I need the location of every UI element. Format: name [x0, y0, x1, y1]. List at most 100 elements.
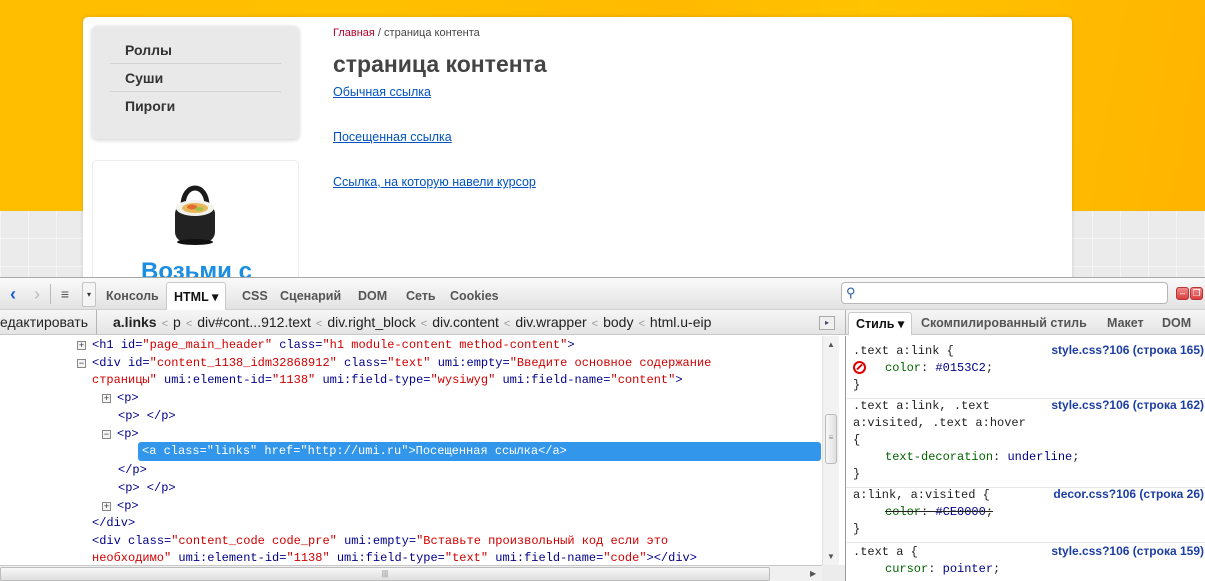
category-menu: Роллы Суши Пироги [92, 26, 299, 139]
rule-source-link[interactable]: style.css?106 (строка 159) [1051, 544, 1204, 558]
tree-node-div-code[interactable]: <div class="content_code code_pre" umi:e… [92, 532, 668, 550]
site-wrapper: Роллы Суши Пироги Возьми с Главная / стр… [83, 17, 1072, 277]
rule-selector: a:visited, .text a:hover [853, 416, 1026, 430]
forward-icon[interactable]: › [29, 283, 45, 305]
tab-computed-style[interactable]: Скомпилированный стиль [914, 312, 1094, 335]
css-property[interactable]: cursor: pointer; [853, 561, 1205, 578]
css-property[interactable]: text-decoration: underline; [853, 449, 1205, 466]
css-property-overridden[interactable]: color: #CE0000; [853, 504, 1205, 521]
rule-close: } [853, 522, 861, 536]
firebug-menu-icon[interactable]: ≡ [56, 283, 74, 305]
firebug-panel: ‹ › ≡ ▾ Консоль HTML ▾ CSS Сценарий DOM … [0, 277, 1205, 581]
visited-link[interactable]: Посещенная ссылка [333, 130, 1033, 144]
attr-name: class= [128, 534, 172, 548]
expand-icon[interactable]: + [102, 394, 111, 403]
scroll-thumb[interactable]: ||| [0, 567, 770, 581]
rule-source-link[interactable]: decor.css?106 (строка 26) [1053, 487, 1204, 501]
path-crumb[interactable]: a.links [113, 314, 157, 330]
tab-side-dom[interactable]: DOM [1155, 312, 1198, 335]
attr-value: "1138" [272, 373, 316, 387]
path-crumb[interactable]: div.content [432, 314, 499, 330]
html-vertical-scrollbar[interactable]: ▲ ≡ ▼ [822, 336, 839, 565]
attr-name: class= [272, 338, 323, 352]
tree-node-p[interactable]: + <p> [102, 497, 139, 515]
css-rule: a:link, a:visited { decor.css?106 (строк… [853, 487, 1205, 538]
search-input[interactable] [862, 284, 1162, 302]
tab-net[interactable]: Сеть [399, 282, 443, 310]
scroll-up-icon[interactable]: ▲ [827, 340, 835, 349]
tree-node-p-empty[interactable]: <p> </p> [118, 479, 176, 497]
css-property[interactable]: color: #0153C2; [853, 360, 1205, 377]
tag-name: <div [92, 356, 129, 370]
path-crumb[interactable]: html.u-eip [650, 314, 711, 330]
tree-node-p[interactable]: + <p> [102, 389, 139, 407]
property-name: color [885, 361, 922, 375]
collapse-icon[interactable]: − [102, 430, 111, 439]
attr-value: "Введите основное содержание [509, 356, 712, 370]
breadcrumb-home-link[interactable]: Главная [333, 27, 375, 39]
firebug-dropdown-icon[interactable]: ▾ [82, 282, 96, 307]
property-name: cursor [885, 562, 929, 576]
menu-item-pies[interactable]: Пироги [110, 92, 281, 120]
path-crumb[interactable]: div.right_block [327, 314, 415, 330]
path-crumb[interactable]: div.wrapper [515, 314, 586, 330]
tree-node-p-empty[interactable]: <p> </p> [118, 407, 176, 425]
rule-close: } [853, 378, 861, 392]
tab-layout[interactable]: Макет [1100, 312, 1151, 335]
sushi-bag-image [175, 185, 215, 245]
collapse-icon[interactable]: − [77, 359, 86, 368]
search-box[interactable]: ⚲ [841, 282, 1168, 304]
path-separator: < [638, 318, 645, 330]
path-crumb[interactable]: body [603, 314, 633, 330]
tab-console[interactable]: Консоль [99, 282, 166, 310]
rule-source-link[interactable]: style.css?106 (строка 165) [1051, 343, 1204, 357]
expand-icon[interactable]: + [77, 341, 86, 350]
path-separator: < [420, 318, 428, 330]
html-horizontal-scrollbar[interactable]: ||| ▶ [0, 565, 822, 581]
tree-node-div-close: </div> [92, 514, 135, 532]
promo-text: Возьми с [141, 258, 252, 277]
hovered-link[interactable]: Ссылка, на которую навели курсор [333, 175, 1033, 189]
tab-cookies[interactable]: Cookies [443, 282, 506, 310]
path-scroll-right-icon[interactable]: ▸ [819, 316, 835, 330]
minimize-icon[interactable]: – [1176, 287, 1189, 300]
menu-item-sushi[interactable]: Суши [110, 64, 281, 92]
tree-node-p-close: </p> [118, 461, 147, 479]
tree-node-selected-link[interactable]: <a class="links" href="http://umi.ru">По… [138, 442, 821, 461]
attr-value: необходимо" [92, 551, 172, 565]
tab-html[interactable]: HTML ▾ [166, 282, 227, 310]
normal-link[interactable]: Обычная ссылка [333, 85, 1033, 99]
attr-name: umi:field-name= [488, 551, 604, 565]
expand-icon[interactable]: + [102, 502, 111, 511]
scroll-right-icon[interactable]: ▶ [810, 569, 816, 578]
tab-style[interactable]: Стиль ▾ [848, 312, 913, 335]
scroll-down-icon[interactable]: ▼ [827, 552, 835, 561]
attr-value: "content_code code_pre" [171, 534, 337, 548]
path-separator: < [161, 318, 169, 330]
tree-node-h1[interactable]: + <h1 id="page_main_header" class="h1 mod… [77, 336, 575, 354]
rule-source-link[interactable]: style.css?106 (строка 162) [1051, 398, 1204, 412]
tab-css[interactable]: CSS [235, 282, 275, 310]
edit-button[interactable]: едактировать [0, 310, 97, 334]
menu-item-rolls[interactable]: Роллы [110, 36, 281, 64]
path-crumb[interactable]: div#cont...912.text [197, 314, 311, 330]
detach-icon[interactable]: ❐ [1190, 287, 1203, 300]
tree-node-p-open[interactable]: − <p> [102, 425, 139, 443]
firebug-toolbar: ‹ › ≡ ▾ Консоль HTML ▾ CSS Сценарий DOM … [0, 278, 1205, 310]
tag-name: <p> </p> [118, 409, 176, 423]
attr-name: umi:empty= [430, 356, 510, 370]
tag-name: </p> [118, 463, 147, 477]
main-content: Главная / страница контента страница кон… [333, 27, 1033, 189]
tree-node-div-content[interactable]: − <div id="content_1138_idm32868912" clas… [77, 354, 711, 372]
tag-name: <h1 [92, 338, 121, 352]
scroll-thumb[interactable]: ≡ [825, 414, 837, 464]
back-icon[interactable]: ‹ [5, 283, 21, 305]
attr-name: umi:field-name= [495, 373, 611, 387]
disabled-icon[interactable] [853, 361, 866, 374]
tab-dom[interactable]: DOM [351, 282, 394, 310]
breadcrumb-separator: / [374, 27, 385, 39]
tag-name: <p> [117, 391, 139, 405]
promo-banner[interactable]: Возьми с [92, 160, 299, 277]
path-crumb[interactable]: p [173, 314, 181, 330]
tab-script[interactable]: Сценарий [273, 282, 348, 310]
